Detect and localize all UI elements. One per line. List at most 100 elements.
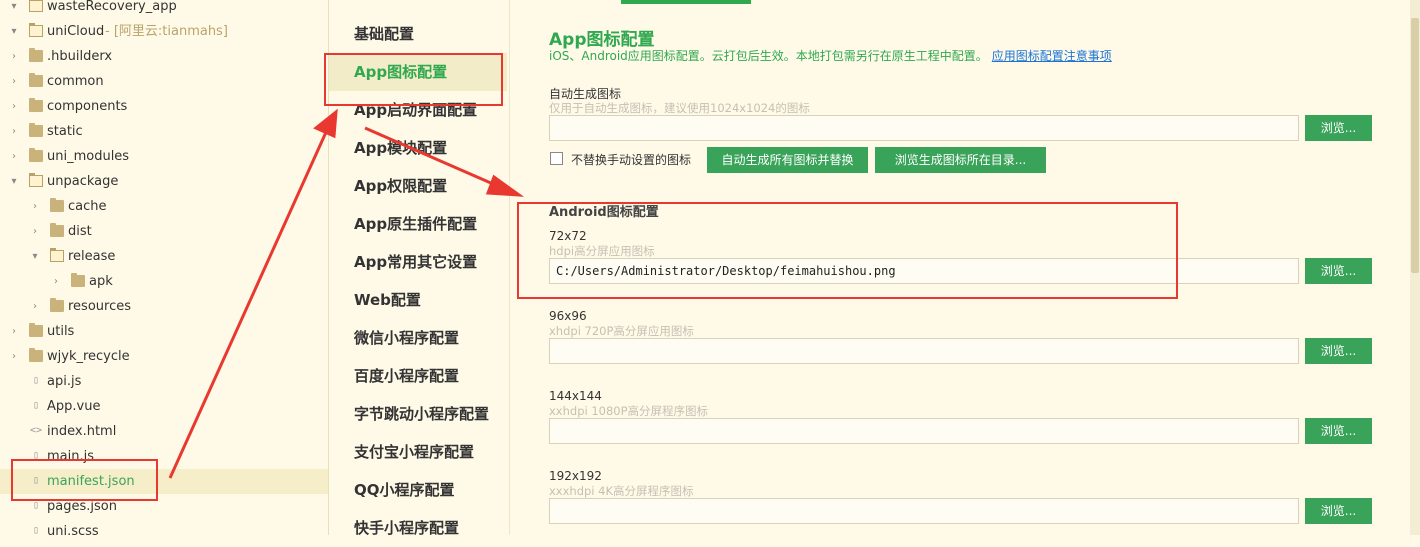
icon-size-label: 96x96 bbox=[549, 309, 587, 323]
chevron-right-icon[interactable]: › bbox=[29, 219, 41, 244]
tree-item[interactable]: › apk bbox=[0, 269, 328, 294]
chevron-right-icon[interactable]: › bbox=[8, 44, 20, 69]
icon-size-label: 144x144 bbox=[549, 389, 602, 403]
icon-config-notes-link[interactable]: 应用图标配置注意事项 bbox=[992, 49, 1112, 63]
tree-item[interactable]: › .hbuilderx bbox=[0, 44, 328, 69]
nav-item[interactable]: App常用其它设置 bbox=[329, 243, 507, 281]
folder-icon bbox=[50, 198, 64, 212]
nav-item[interactable]: 百度小程序配置 bbox=[329, 357, 507, 395]
tree-item-label: dist bbox=[68, 224, 92, 239]
tree-item-label: api.js bbox=[47, 374, 82, 389]
file-icon: ▯ bbox=[32, 375, 40, 386]
tree-item-label: cache bbox=[68, 199, 107, 214]
annotation-box-72-icon bbox=[517, 202, 1178, 299]
icon-144-browse-button[interactable]: 浏览... bbox=[1305, 418, 1372, 444]
tree-item[interactable]: ▾ uniCloud - [阿里云:tianmahs] bbox=[0, 19, 328, 44]
tree-item[interactable]: › wjyk_recycle bbox=[0, 344, 328, 369]
tree-item[interactable]: <> index.html bbox=[0, 419, 328, 444]
auto-icon-path-input[interactable] bbox=[549, 115, 1299, 141]
file-icon: <> bbox=[29, 425, 43, 436]
tree-item[interactable]: ▯ api.js bbox=[0, 369, 328, 394]
file-icon: ▯ bbox=[32, 500, 40, 511]
tree-item-label: uni_modules bbox=[47, 149, 130, 164]
chevron-down-icon[interactable]: ▾ bbox=[29, 244, 41, 269]
annotation-box-manifest bbox=[11, 459, 158, 501]
folder-open-icon bbox=[29, 23, 43, 37]
tree-item[interactable]: ▯ App.vue bbox=[0, 394, 328, 419]
tree-item[interactable]: › components bbox=[0, 94, 328, 119]
nav-item[interactable]: App原生插件配置 bbox=[329, 205, 507, 243]
annotation-box-app-icon-nav bbox=[324, 53, 503, 106]
nav-item[interactable]: App模块配置 bbox=[329, 129, 507, 167]
file-icon: ▯ bbox=[32, 400, 40, 411]
icon-size-hint: xxxhdpi 4K高分屏程序图标 bbox=[549, 484, 694, 498]
icon-96-browse-button[interactable]: 浏览... bbox=[1305, 338, 1372, 364]
auto-icon-hint: 仅用于自动生成图标，建议使用1024x1024的图标 bbox=[549, 101, 810, 115]
auto-icon-browse-button[interactable]: 浏览... bbox=[1305, 115, 1372, 141]
chevron-right-icon[interactable]: › bbox=[8, 319, 20, 344]
chevron-right-icon[interactable]: › bbox=[29, 194, 41, 219]
no-replace-checkbox-label: 不替换手动设置的图标 bbox=[571, 153, 692, 167]
folder-icon bbox=[29, 148, 43, 162]
tree-item[interactable]: › utils bbox=[0, 319, 328, 344]
page-description: iOS、Android应用图标配置。云打包后生效。本地打包需另行在原生工程中配置… bbox=[549, 47, 1112, 64]
scrollbar-thumb[interactable] bbox=[1411, 18, 1419, 273]
icon-144-path-input[interactable] bbox=[549, 418, 1299, 444]
tree-item[interactable]: › common bbox=[0, 69, 328, 94]
icon-size-hint: xhdpi 720P高分屏应用图标 bbox=[549, 324, 694, 338]
nav-item[interactable]: QQ小程序配置 bbox=[329, 471, 507, 509]
browse-icon-dir-button[interactable]: 浏览生成图标所在目录... bbox=[875, 147, 1046, 173]
folder-icon bbox=[29, 98, 43, 112]
tree-item[interactable]: › static bbox=[0, 119, 328, 144]
nav-item[interactable]: 微信小程序配置 bbox=[329, 319, 507, 357]
chevron-right-icon[interactable]: › bbox=[50, 269, 62, 294]
nav-item[interactable]: 基础配置 bbox=[329, 15, 507, 53]
tree-item-label: index.html bbox=[47, 424, 117, 439]
tree-item[interactable]: ▯ uni.scss bbox=[0, 519, 328, 535]
icon-96-path-input[interactable] bbox=[549, 338, 1299, 364]
tree-item-label: uniCloud bbox=[47, 24, 105, 39]
tree-item[interactable]: › cache bbox=[0, 194, 328, 219]
nav-item[interactable]: 快手小程序配置 bbox=[329, 509, 507, 547]
icon-size-label: 192x192 bbox=[549, 469, 602, 483]
nav-item[interactable]: Web配置 bbox=[329, 281, 507, 319]
folder-icon bbox=[50, 223, 64, 237]
tree-item[interactable]: ▾ release bbox=[0, 244, 328, 269]
description-text: iOS、Android应用图标配置。云打包后生效。本地打包需另行在原生工程中配置… bbox=[549, 49, 988, 63]
chevron-right-icon[interactable]: › bbox=[8, 94, 20, 119]
tree-item-label: unpackage bbox=[47, 174, 119, 189]
tree-item-label: apk bbox=[89, 274, 113, 289]
vertical-scrollbar[interactable] bbox=[1410, 0, 1420, 535]
tree-item[interactable]: › uni_modules bbox=[0, 144, 328, 169]
chevron-down-icon[interactable]: ▾ bbox=[8, 169, 20, 194]
chevron-right-icon[interactable]: › bbox=[8, 119, 20, 144]
chevron-right-icon[interactable]: › bbox=[8, 144, 20, 169]
nav-item[interactable]: 支付宝小程序配置 bbox=[329, 433, 507, 471]
folder-open-icon bbox=[50, 248, 64, 262]
folder-icon bbox=[29, 323, 43, 337]
chevron-right-icon[interactable]: › bbox=[8, 69, 20, 94]
tree-item[interactable]: ▾ unpackage bbox=[0, 169, 328, 194]
tree-item-label: common bbox=[47, 74, 104, 89]
folder-open-icon bbox=[29, 0, 43, 12]
tree-item[interactable]: ▾ wasteRecovery_app bbox=[0, 0, 328, 19]
folder-icon bbox=[29, 348, 43, 362]
icon-72-browse-button[interactable]: 浏览... bbox=[1305, 258, 1372, 284]
tree-item-label: wasteRecovery_app bbox=[47, 0, 177, 14]
generate-all-icons-button[interactable]: 自动生成所有图标并替换 bbox=[707, 147, 868, 173]
nav-item[interactable]: 字节跳动小程序配置 bbox=[329, 395, 507, 433]
tree-item[interactable]: › dist bbox=[0, 219, 328, 244]
folder-icon bbox=[71, 273, 85, 287]
folder-icon bbox=[29, 123, 43, 137]
no-replace-checkbox[interactable] bbox=[550, 152, 563, 165]
tree-item-label: .hbuilderx bbox=[47, 49, 113, 64]
chevron-right-icon[interactable]: › bbox=[29, 294, 41, 319]
chevron-right-icon[interactable]: › bbox=[8, 344, 20, 369]
tree-item[interactable]: › resources bbox=[0, 294, 328, 319]
folder-icon bbox=[29, 73, 43, 87]
nav-item[interactable]: App权限配置 bbox=[329, 167, 507, 205]
icon-192-path-input[interactable] bbox=[549, 498, 1299, 524]
icon-192-browse-button[interactable]: 浏览... bbox=[1305, 498, 1372, 524]
chevron-down-icon[interactable]: ▾ bbox=[8, 0, 20, 19]
chevron-down-icon[interactable]: ▾ bbox=[8, 19, 20, 44]
